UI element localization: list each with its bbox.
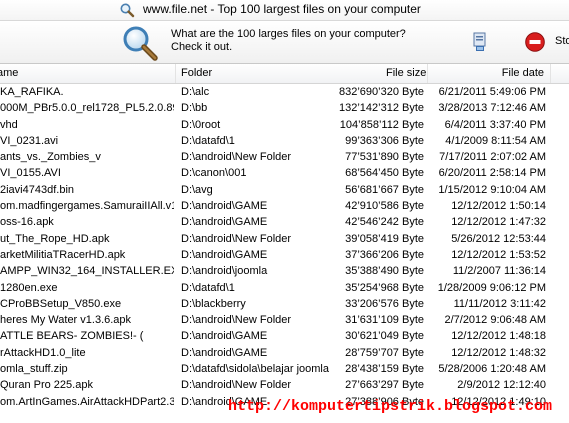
table-row[interactable]: om.madfingergames.SamuraiIIAll.v1.0 D:\an… [0, 198, 569, 214]
column-header-name[interactable]: ame [0, 64, 176, 83]
file-name: 2iavi4743df.bin [0, 183, 75, 196]
file-date: 6/4/2011 3:37:40 PM [444, 118, 546, 131]
file-date: 11/11/2012 3:11:42 [453, 297, 546, 310]
file-name: 000M_PBr5.0.0_rel1728_PL5.2.0.89_ [0, 102, 174, 115]
file-date: 3/28/2013 7:12:46 AM [438, 102, 546, 115]
file-size: 39’058’419 Byte [345, 232, 424, 245]
file-name: AMPP_WIN32_164_INSTALLER.EX [0, 265, 174, 278]
file-size: 832’690’320 Byte [338, 86, 424, 98]
file-size: 77’531’890 Byte [345, 151, 424, 164]
table-row[interactable]: AMPP_WIN32_164_INSTALLER.EX D:\android\jo… [0, 263, 569, 279]
file-date: 6/20/2011 2:58:14 PM [438, 167, 546, 180]
file-name: omla_stuff.zip [0, 363, 68, 376]
file-size: 28’759’707 Byte [345, 346, 424, 359]
file-size: 27’663’297 Byte [345, 379, 424, 392]
magnifier-icon [123, 26, 158, 61]
table-row[interactable]: omla_stuff.zip D:\datafd\sidola\belajar j… [0, 361, 569, 377]
file-date: 4/1/2009 8:11:54 AM [445, 134, 546, 147]
file-name: ants_vs._Zombies_v [0, 151, 101, 164]
table-row[interactable]: 2iavi4743df.bin D:\avg 56’681’667 Byte 1/15… [0, 182, 569, 198]
file-date: 2/7/2012 9:06:48 AM [444, 314, 546, 327]
table-row[interactable]: KA_RAFIKA. D:\alc 832’690’320 Byte 6/21/201… [0, 84, 569, 100]
file-size: 104’858’112 Byte [339, 118, 424, 131]
file-name: rAttackHD1.0_lite [0, 346, 86, 359]
file-date: 5/28/2006 1:20:48 AM [438, 363, 546, 376]
file-list: KA_RAFIKA. D:\alc 832’690’320 Byte 6/21/201… [0, 84, 569, 410]
file-name: CProBBSetup_V850.exe [0, 297, 122, 310]
file-size: 35’254’968 Byte [345, 281, 424, 294]
file-date: 1/15/2012 9:10:04 AM [438, 183, 546, 196]
file-size: 35’388’490 Byte [345, 265, 424, 278]
file-name: oss-16.apk [0, 216, 54, 229]
table-row[interactable]: 1280en.exe D:\datafd\1 35’254’968 Byte 1/28… [0, 280, 569, 296]
window-title: www.file.net - Top 100 largest files on … [143, 2, 421, 16]
table-row[interactable]: oss-16.apk D:\android\GAME 42’546’242 Byte… [0, 214, 569, 230]
file-date: 5/26/2012 12:53:44 [451, 232, 546, 245]
table-row[interactable]: 000M_PBr5.0.0_rel1728_PL5.2.0.89_ D:\bb 13… [0, 100, 569, 116]
file-name: om.ArtInGames.AirAttackHDPart2.3 [0, 395, 174, 408]
file-size: 56’681’667 Byte [345, 183, 424, 196]
file-size: 31’631’109 Byte [345, 314, 424, 327]
table-row[interactable]: ants_vs._Zombies_v D:\android\New Folder 7… [0, 149, 569, 165]
report-icon[interactable] [471, 30, 489, 54]
table-row[interactable]: ut_The_Rope_HD.apk D:\android\New Folder 3… [0, 231, 569, 247]
table-row[interactable]: Quran Pro 225.apk D:\android\New Folder 27… [0, 377, 569, 393]
table-row[interactable]: CProBBSetup_V850.exe D:\blackberry 33’206’… [0, 296, 569, 312]
column-header-date[interactable]: File date [428, 64, 551, 83]
file-date: 2/9/2012 12:12:40 [457, 379, 546, 392]
file-name: ATTLE BEARS- ZOMBIES!- ( [0, 330, 144, 343]
intro-text: What are the 100 larges files on your co… [171, 28, 406, 54]
file-date: 1/28/2009 9:06:12 PM [437, 281, 546, 294]
table-row[interactable]: vhd D:\0root 104’858’112 Byte 6/4/2011 3:37… [0, 117, 569, 133]
file-size: 68’564’450 Byte [345, 167, 424, 180]
file-name: arketMilitiaTRacerHD.apk [0, 248, 126, 261]
intro-line-2: Check it out. [171, 41, 233, 53]
file-name: KA_RAFIKA. [0, 86, 64, 98]
file-name: heres My Water v1.3.6.apk [0, 314, 132, 327]
file-date: 12/12/2012 1:50:14 [451, 200, 546, 213]
stop-button[interactable]: Stop [525, 29, 569, 55]
toolbar: What are the 100 larges files on your co… [0, 21, 569, 64]
file-date: 12/12/2012 1:53:52 [451, 248, 546, 261]
file-size: 99’363’306 Byte [345, 134, 424, 147]
intro-line-1: What are the 100 larges files on your co… [171, 28, 406, 40]
table-row[interactable]: ATTLE BEARS- ZOMBIES!- (D:\android\GAME 3… [0, 328, 569, 344]
file-name: Quran Pro 225.apk [0, 379, 93, 392]
title-bar: www.file.net - Top 100 largest files on … [0, 0, 569, 21]
file-size: 30’621’049 Byte [345, 330, 424, 343]
file-size: 132’142’312 Byte [338, 102, 424, 115]
table-row[interactable]: VI_0155.AVI D:\canon\001 68’564’450 Byte 6/… [0, 165, 569, 181]
table-row[interactable]: heres My Water v1.3.6.apk D:\android\New … [0, 312, 569, 328]
table-row[interactable]: arketMilitiaTRacerHD.apk D:\android\GAME 3… [0, 247, 569, 263]
file-name: VI_0155.AVI [0, 167, 61, 180]
file-date: 12/12/2012 1:47:32 [451, 216, 546, 229]
file-name: vhd [0, 118, 18, 131]
column-header: ame Folder File size File date [0, 64, 569, 84]
file-name: VI_0231.avi [0, 134, 59, 147]
file-date: 12/12/2012 1:48:32 [451, 346, 546, 359]
file-name: om.madfingergames.SamuraiIIAll.v1.0 [0, 200, 174, 213]
file-size: 42’546’242 Byte [345, 216, 424, 229]
search-icon [120, 3, 135, 18]
stop-icon [525, 32, 545, 52]
file-name: 1280en.exe [0, 281, 58, 294]
file-name: ut_The_Rope_HD.apk [0, 232, 110, 245]
file-date: 7/17/2011 2:07:02 AM [439, 151, 546, 164]
column-header-size[interactable]: File size [386, 64, 426, 83]
watermark-text: http://komputertipstrik.blogspot.com [228, 398, 553, 415]
file-size: 28’438’159 Byte [345, 363, 424, 376]
table-row[interactable]: rAttackHD1.0_lite D:\android\GAME 28’759’7… [0, 345, 569, 361]
stop-label: Stop [555, 35, 569, 47]
file-date: 6/21/2011 5:49:06 PM [438, 86, 546, 98]
table-row[interactable]: VI_0231.avi D:\datafd\1 99’363’306 Byte 4/1… [0, 133, 569, 149]
file-date: 12/12/2012 1:48:18 [451, 330, 546, 343]
file-size: 42’910’586 Byte [345, 200, 424, 213]
file-date: 11/2/2007 11:36:14 [452, 265, 546, 278]
file-size: 37’366’206 Byte [345, 248, 424, 261]
file-size: 33’206’576 Byte [345, 297, 424, 310]
